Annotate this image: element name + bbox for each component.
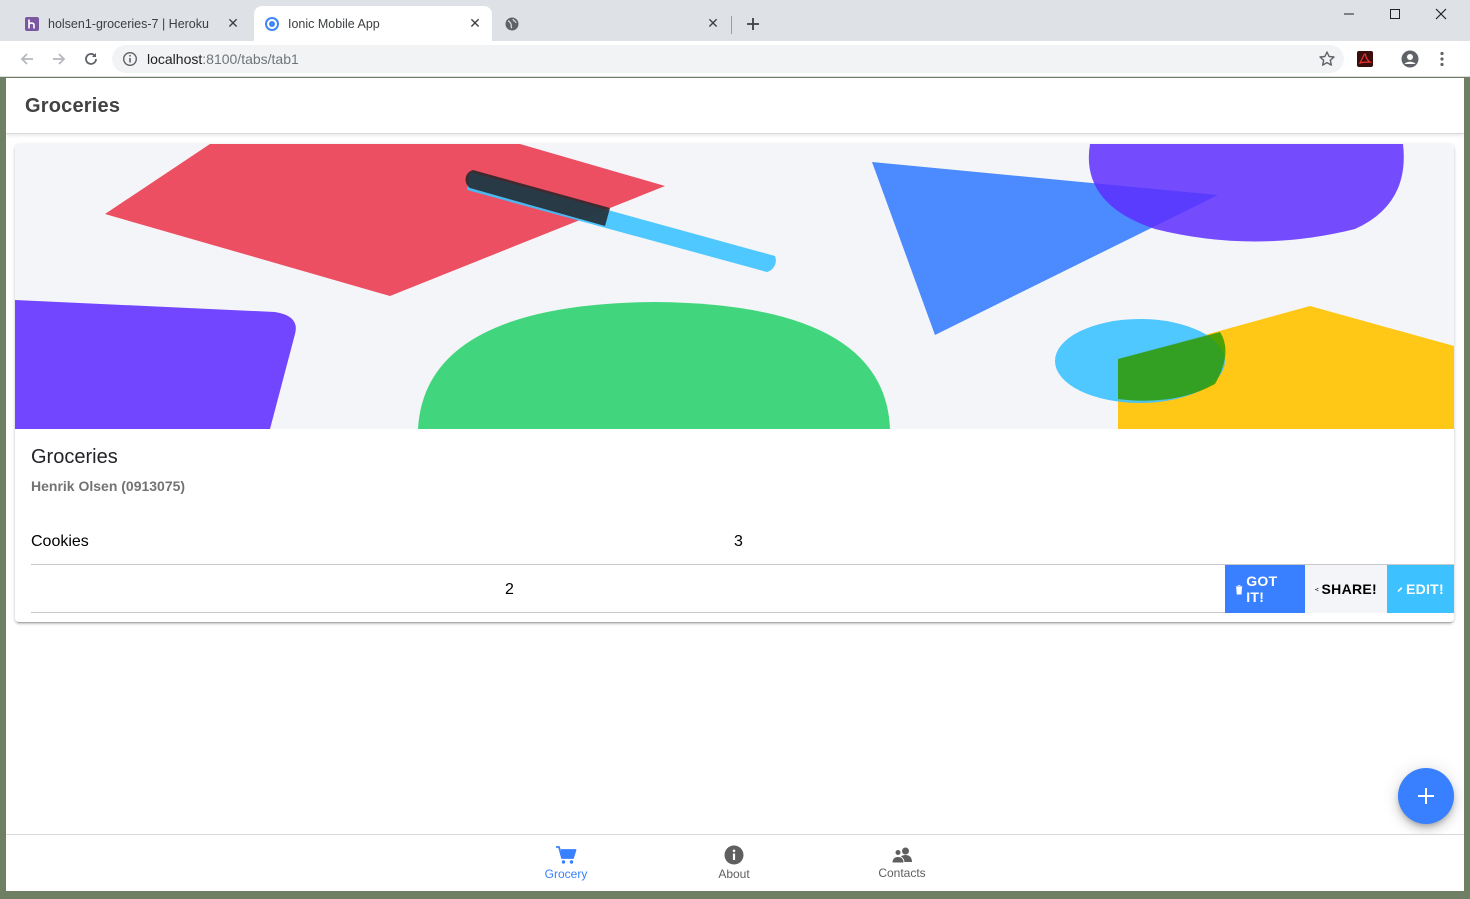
page-title: Groceries bbox=[25, 95, 121, 117]
back-button[interactable] bbox=[13, 45, 41, 73]
grocery-item[interactable]: Cookies 3 bbox=[31, 517, 1454, 565]
app-header: Groceries bbox=[6, 78, 1464, 134]
close-icon[interactable]: ✕ bbox=[224, 15, 242, 33]
maximize-button[interactable] bbox=[1372, 0, 1418, 28]
tab-divider bbox=[731, 16, 732, 34]
tab-label: Grocery bbox=[544, 867, 588, 881]
pencil-icon bbox=[1397, 586, 1403, 592]
share-label: SHARE! bbox=[1321, 581, 1377, 597]
bottom-tab-bar: Grocery About Contacts bbox=[6, 834, 1464, 891]
url-path: :8100/tabs/tab1 bbox=[202, 51, 299, 67]
card-header-image bbox=[15, 144, 1454, 429]
browser-tab-ionic[interactable]: Ionic Mobile App ✕ bbox=[254, 6, 492, 41]
browser-tab-heroku[interactable]: holsen1-groceries-7 | Heroku ✕ bbox=[14, 6, 250, 41]
grocery-item-sliding[interactable]: 2 GOT IT! SHARE! EDIT! bbox=[31, 565, 1454, 613]
info-icon bbox=[122, 51, 138, 67]
edit-button[interactable]: EDIT! bbox=[1387, 565, 1454, 613]
got-it-label: GOT IT! bbox=[1246, 573, 1278, 605]
edit-label: EDIT! bbox=[1405, 581, 1444, 597]
trash-icon bbox=[1235, 584, 1243, 594]
maximize-icon bbox=[1390, 9, 1400, 19]
arrow-left-icon bbox=[20, 53, 33, 65]
acrobat-icon bbox=[1357, 51, 1373, 67]
minimize-button[interactable] bbox=[1326, 0, 1372, 28]
forward-button[interactable] bbox=[45, 45, 73, 73]
window-close-button[interactable] bbox=[1418, 0, 1464, 28]
add-icon bbox=[1418, 788, 1434, 804]
cart-icon bbox=[556, 846, 577, 864]
star-icon[interactable] bbox=[1318, 50, 1336, 68]
close-icon[interactable]: ✕ bbox=[466, 15, 484, 33]
globe-icon bbox=[505, 17, 519, 30]
close-icon bbox=[1435, 8, 1447, 20]
share-button[interactable]: SHARE! bbox=[1305, 565, 1387, 613]
close-icon[interactable]: ✕ bbox=[704, 15, 722, 33]
tab-title: Ionic Mobile App bbox=[288, 16, 380, 31]
tab-title: holsen1-groceries-7 | Heroku bbox=[48, 16, 209, 31]
browser-tab-strip: holsen1-groceries-7 | Heroku ✕ Ionic Mob… bbox=[0, 0, 1470, 41]
card-title: Groceries bbox=[31, 446, 118, 468]
heroku-icon bbox=[25, 16, 39, 31]
minimize-icon bbox=[1344, 13, 1354, 15]
item-options: GOT IT! SHARE! EDIT! bbox=[1225, 565, 1454, 613]
browser-tab-blank[interactable]: ✕ bbox=[494, 6, 730, 41]
app-viewport: Groceries Groceries Henrik Olsen (091307… bbox=[6, 78, 1464, 891]
url-text: localhost:8100/tabs/tab1 bbox=[147, 51, 299, 67]
got-it-button[interactable]: GOT IT! bbox=[1225, 565, 1305, 613]
card-subtitle: Henrik Olsen (0913075) bbox=[31, 478, 186, 494]
browser-menu-button[interactable] bbox=[1432, 49, 1452, 69]
plus-icon bbox=[747, 18, 759, 30]
account-icon bbox=[1401, 50, 1419, 68]
tab-label: About bbox=[718, 867, 750, 881]
info-icon bbox=[724, 845, 744, 865]
grocery-card: Groceries Henrik Olsen (0913075) Cookies… bbox=[15, 144, 1454, 622]
tab-grocery[interactable]: Grocery bbox=[482, 835, 650, 891]
pdf-extension-button[interactable] bbox=[1355, 49, 1375, 69]
profile-button[interactable] bbox=[1400, 49, 1420, 69]
people-icon bbox=[891, 847, 912, 864]
item-quantity: 2 bbox=[505, 581, 514, 598]
reload-button[interactable] bbox=[77, 45, 105, 73]
chromium-icon bbox=[265, 16, 279, 31]
address-bar[interactable]: localhost:8100/tabs/tab1 bbox=[112, 45, 1344, 73]
browser-toolbar: localhost:8100/tabs/tab1 bbox=[0, 41, 1470, 77]
arrow-right-icon bbox=[53, 53, 66, 65]
item-quantity: 3 bbox=[734, 533, 743, 550]
add-item-button[interactable] bbox=[1398, 768, 1454, 824]
new-tab-button[interactable] bbox=[740, 11, 766, 37]
more-vert-icon bbox=[1440, 51, 1444, 67]
tab-about[interactable]: About bbox=[650, 835, 818, 891]
tab-contacts[interactable]: Contacts bbox=[818, 835, 986, 891]
url-host: localhost bbox=[147, 51, 203, 67]
item-name: Cookies bbox=[31, 533, 89, 550]
tab-label: Contacts bbox=[878, 866, 926, 880]
reload-icon bbox=[85, 53, 97, 65]
share-icon bbox=[1315, 587, 1319, 591]
